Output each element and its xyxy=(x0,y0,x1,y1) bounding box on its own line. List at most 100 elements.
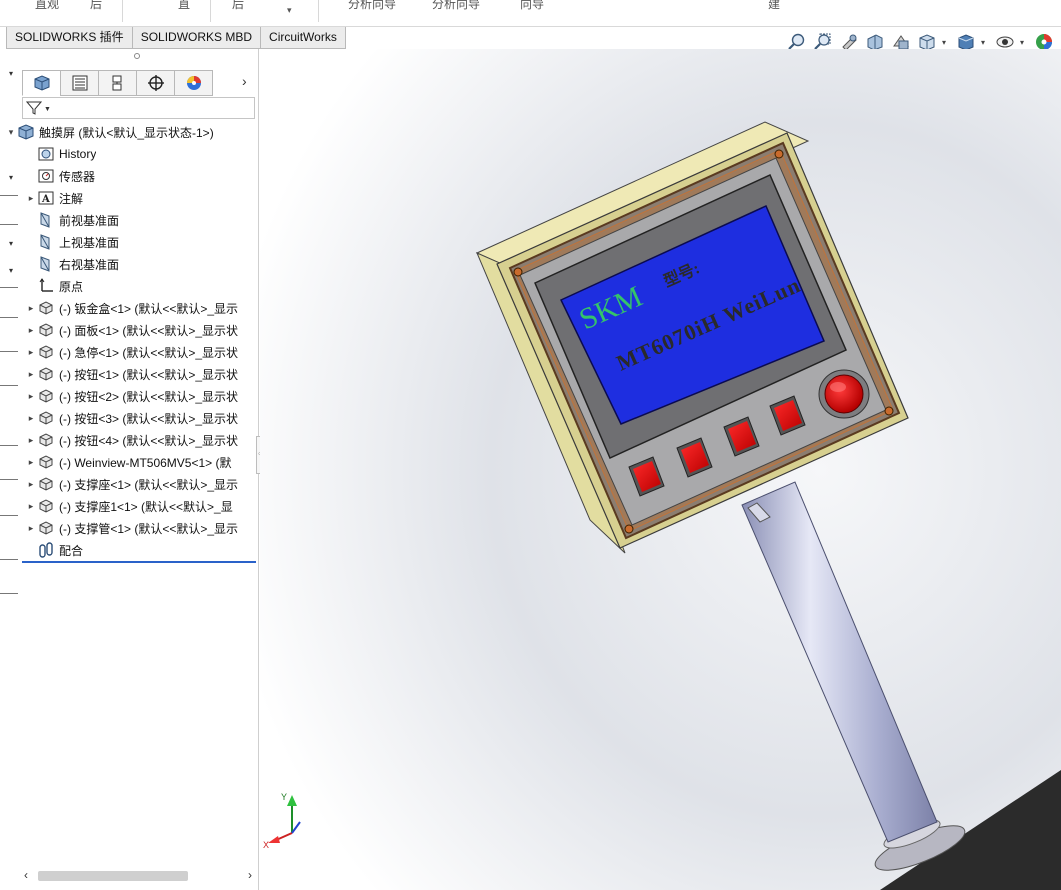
ribbon-label-2[interactable]: 后 xyxy=(90,0,102,12)
expand-toggle-icon[interactable]: ▸ xyxy=(26,479,36,490)
scroll-left-arrow-icon[interactable]: ‹ xyxy=(24,868,28,882)
divider xyxy=(0,593,18,594)
part-icon xyxy=(36,453,56,471)
estop-highlight xyxy=(830,382,846,392)
triad-y-label: Y xyxy=(281,792,287,802)
property-manager-icon[interactable] xyxy=(60,70,99,96)
tree-item[interactable]: ▸ (-) 按钮<4> (默认<<默认>_显示状 xyxy=(26,429,256,451)
tree-item[interactable]: ▸ (-) 支撑座1<1> (默认<<默认>_显 xyxy=(26,495,256,517)
expand-toggle-icon[interactable]: ▸ xyxy=(26,347,36,358)
scroll-right-arrow-icon[interactable]: › xyxy=(248,868,252,882)
part-icon xyxy=(36,299,56,317)
chevron-down-icon[interactable]: ▾ xyxy=(9,173,13,182)
divider xyxy=(0,317,18,318)
tree-item[interactable]: 前视基准面 xyxy=(26,209,256,231)
scroll-thumb[interactable] xyxy=(38,871,188,881)
chevron-down-icon[interactable]: ▾ xyxy=(981,38,989,47)
ribbon-label-1[interactable]: 直观 xyxy=(35,0,59,12)
ribbon-label-4[interactable]: 后 xyxy=(232,0,244,12)
divider xyxy=(0,515,18,516)
annotation-icon: A xyxy=(36,189,56,207)
tree-item-label: History xyxy=(59,147,97,161)
tree-item[interactable]: ▸ (-) 钣金盒<1> (默认<<默认>_显示 xyxy=(26,297,256,319)
tree-item[interactable]: 传感器 xyxy=(26,165,256,187)
part-icon xyxy=(36,409,56,427)
tree-item[interactable]: ▸ (-) 按钮<1> (默认<<默认>_显示状 xyxy=(26,363,256,385)
tree-item-label: (-) 按钮<4> (默认<<默认>_显示状 xyxy=(59,433,239,448)
ribbon-label-3[interactable]: 直 xyxy=(178,0,190,12)
chevron-down-icon[interactable]: ▾ xyxy=(287,5,292,16)
divider xyxy=(0,287,18,288)
expand-toggle-icon[interactable]: ▸ xyxy=(26,369,36,380)
ribbon-label-6[interactable]: 分析向导 xyxy=(432,0,480,12)
tree-item-label: (-) 支撑座<1> (默认<<默认>_显示 xyxy=(59,477,239,492)
filter-icon[interactable] xyxy=(25,100,43,119)
chevron-down-icon[interactable]: ▼ xyxy=(44,106,51,113)
panel-grip-handle[interactable] xyxy=(134,53,140,59)
expand-toggle-icon[interactable]: ▸ xyxy=(26,325,36,336)
chevron-down-icon[interactable]: ▾ xyxy=(9,239,13,248)
ribbon-separator xyxy=(210,0,211,22)
ribbon-label-7[interactable]: 向导 xyxy=(520,0,544,12)
graphics-area[interactable]: SKM 型号: MT6070iH WeiLun Y X xyxy=(260,49,1061,890)
ribbon-separator xyxy=(318,0,319,22)
chevron-down-icon[interactable]: ▾ xyxy=(1020,38,1028,47)
part-icon xyxy=(36,475,56,493)
tree-item[interactable]: History xyxy=(26,143,256,165)
tree-item-label: (-) 钣金盒<1> (默认<<默认>_显示 xyxy=(59,301,239,316)
tree-item[interactable]: ▸ (-) 支撑座<1> (默认<<默认>_显示 xyxy=(26,473,256,495)
tree-item[interactable]: ▸ (-) Weinview-MT506MV5<1> (默 xyxy=(26,451,256,473)
ribbon-label-8[interactable]: 建 xyxy=(768,0,780,12)
tree-item-label: 配合 xyxy=(59,543,84,558)
tree-item-label: 前视基准面 xyxy=(59,213,120,228)
expand-toggle-icon[interactable]: ▾ xyxy=(6,127,16,138)
expand-toggle-icon[interactable]: ▸ xyxy=(26,413,36,424)
chevron-down-icon[interactable]: ▾ xyxy=(942,38,950,47)
tree-item-label: 原点 xyxy=(59,279,84,294)
tab-circuitworks[interactable]: CircuitWorks xyxy=(260,27,346,49)
dimxpert-manager-icon[interactable] xyxy=(136,70,175,96)
tree-horizontal-scrollbar[interactable]: ‹ › xyxy=(22,868,258,884)
history-icon xyxy=(36,145,56,163)
expand-toggle-icon[interactable]: ▸ xyxy=(26,501,36,512)
expand-toggle-icon[interactable]: ▸ xyxy=(26,523,36,534)
chevron-right-icon[interactable]: › xyxy=(242,73,247,89)
part-icon xyxy=(36,365,56,383)
expand-toggle-icon[interactable]: ▸ xyxy=(26,193,36,204)
tree-item[interactable]: 配合 xyxy=(26,539,256,561)
plane-icon xyxy=(36,233,56,251)
part-icon xyxy=(36,321,56,339)
tree-item[interactable]: ▾ 触摸屏 (默认<默认_显示状态-1>) xyxy=(6,121,256,143)
tree-item[interactable]: ▸ (-) 面板<1> (默认<<默认>_显示状 xyxy=(26,319,256,341)
tree-item[interactable]: ▸ (-) 按钮<3> (默认<<默认>_显示状 xyxy=(26,407,256,429)
tree-item[interactable]: 原点 xyxy=(26,275,256,297)
tree-filter-input[interactable]: ▼ xyxy=(22,97,255,119)
chevron-down-icon[interactable]: ▾ xyxy=(9,69,13,78)
expand-toggle-icon[interactable]: ▸ xyxy=(26,435,36,446)
plane-icon xyxy=(36,211,56,229)
tab-solidworks-mbd[interactable]: SOLIDWORKS MBD xyxy=(131,27,262,49)
featuremanager-tree-icon[interactable] xyxy=(22,70,61,96)
tree-item[interactable]: 右视基准面 xyxy=(26,253,256,275)
tree-item[interactable]: ▸ (-) 急停<1> (默认<<默认>_显示状 xyxy=(26,341,256,363)
assembly-icon xyxy=(16,123,36,141)
tree-item[interactable]: ▸ (-) 按钮<2> (默认<<默认>_显示状 xyxy=(26,385,256,407)
expand-toggle-icon[interactable]: ▸ xyxy=(26,457,36,468)
tree-item[interactable]: 上视基准面 xyxy=(26,231,256,253)
chevron-down-icon[interactable]: ▾ xyxy=(9,266,13,275)
configuration-manager-icon[interactable] xyxy=(98,70,137,96)
ribbon-label-5[interactable]: 分析向导 xyxy=(348,0,396,12)
origin-icon xyxy=(36,277,56,295)
rollback-bar[interactable] xyxy=(22,561,256,563)
tab-solidworks-addins[interactable]: SOLIDWORKS 插件 xyxy=(6,27,133,49)
expand-toggle-icon[interactable]: ▸ xyxy=(26,391,36,402)
tree-item[interactable]: ▸ A 注解 xyxy=(26,187,256,209)
part-icon xyxy=(36,387,56,405)
expand-toggle-icon[interactable]: ▸ xyxy=(26,303,36,314)
divider xyxy=(0,224,18,225)
divider xyxy=(0,559,18,560)
display-manager-icon[interactable] xyxy=(174,70,213,96)
tree-item[interactable]: ▸ (-) 支撑管<1> (默认<<默认>_显示 xyxy=(26,517,256,539)
triad-x-label: X xyxy=(263,840,269,850)
emergency-stop-button xyxy=(824,374,864,414)
